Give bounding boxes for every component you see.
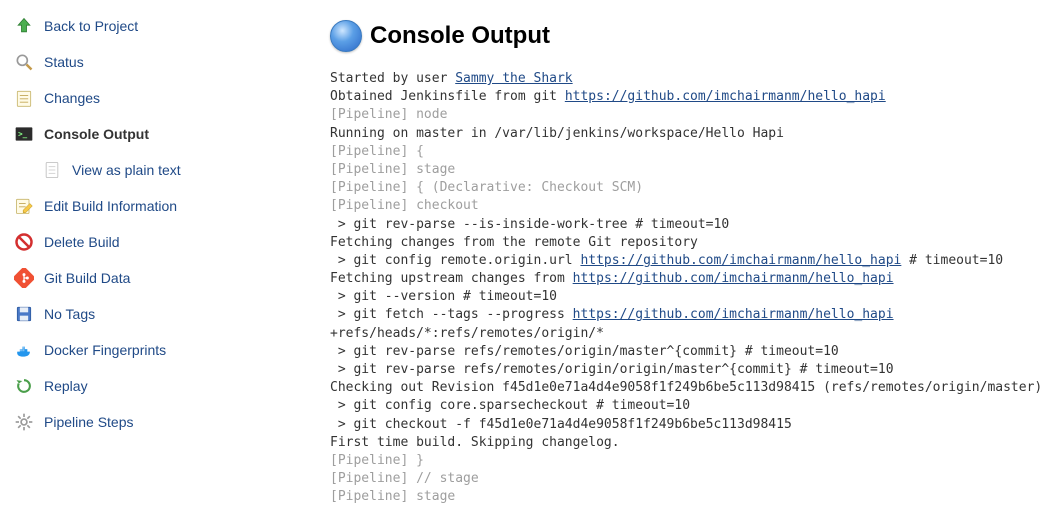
console-line: Running on master in /var/lib/jenkins/wo… <box>330 126 784 141</box>
sidebar-item-edit-build-information[interactable]: Edit Build Information <box>8 188 310 224</box>
up-arrow-icon <box>12 14 36 38</box>
console-line: > git rev-parse --is-inside-work-tree # … <box>330 217 729 232</box>
console-line: +refs/heads/*:refs/remotes/origin/* <box>330 326 604 341</box>
console-line: Checking out Revision f45d1e0e71a4d4e905… <box>330 380 1042 395</box>
console-line: [Pipeline] { <box>330 144 424 159</box>
sidebar-item-delete-build[interactable]: Delete Build <box>8 224 310 260</box>
console-line: Obtained Jenkinsfile from git https://gi… <box>330 89 886 104</box>
console-line: [Pipeline] } <box>330 453 424 468</box>
sidebar-item-label: Console Output <box>44 126 149 142</box>
sidebar-item-label: Delete Build <box>44 234 120 250</box>
sidebar-item-changes[interactable]: Changes <box>8 80 310 116</box>
sidebar-item-label: Pipeline Steps <box>44 414 134 430</box>
console-line: > git config remote.origin.url https://g… <box>330 253 1003 268</box>
page-title: Console Output <box>370 22 550 50</box>
console-line: [Pipeline] node <box>330 107 447 122</box>
sidebar-item-label: Status <box>44 54 84 70</box>
console-line: > git rev-parse refs/remotes/origin/orig… <box>330 362 894 377</box>
no-entry-icon <box>12 230 36 254</box>
sidebar-item-docker-fingerprints[interactable]: Docker Fingerprints <box>8 332 310 368</box>
terminal-icon: >_ <box>12 122 36 146</box>
sidebar-item-git-build-data[interactable]: Git Build Data <box>8 260 310 296</box>
console-line: Fetching changes from the remote Git rep… <box>330 235 698 250</box>
sidebar-item-label: Git Build Data <box>44 270 130 286</box>
sidebar-item-label: Docker Fingerprints <box>44 342 166 358</box>
console-repo-link[interactable]: https://github.com/imchairmanm/hello_hap… <box>573 271 894 286</box>
git-icon <box>12 266 36 290</box>
page-header: Console Output <box>330 20 1047 52</box>
sidebar-item-label: View as plain text <box>72 162 181 178</box>
gear-icon <box>12 410 36 434</box>
console-line: [Pipeline] // stage <box>330 471 479 486</box>
docker-icon <box>12 338 36 362</box>
sidebar-item-label: Replay <box>44 378 88 394</box>
console-line: > git checkout -f f45d1e0e71a4d4e9058f1f… <box>330 417 792 432</box>
svg-text:>_: >_ <box>18 130 28 139</box>
sidebar-item-back-to-project[interactable]: Back to Project <box>8 8 310 44</box>
console-line: Fetching upstream changes from https://g… <box>330 271 894 286</box>
console-line: [Pipeline] stage <box>330 162 455 177</box>
sidebar-item-pipeline-steps[interactable]: Pipeline Steps <box>8 404 310 440</box>
document-icon <box>40 158 64 182</box>
magnifier-icon <box>12 50 36 74</box>
sidebar: Back to Project Status Changes >_ Console Ou… <box>0 0 310 507</box>
sidebar-item-label: Back to Project <box>44 18 138 34</box>
console-repo-link[interactable]: https://github.com/imchairmanm/hello_hap… <box>573 307 894 322</box>
sidebar-item-no-tags[interactable]: No Tags <box>8 296 310 332</box>
main-content: Console Output Started by user Sammy the… <box>310 0 1057 507</box>
console-line: [Pipeline] checkout <box>330 198 479 213</box>
status-ball-icon <box>330 20 362 52</box>
console-line: > git rev-parse refs/remotes/origin/mast… <box>330 344 839 359</box>
notepad-icon <box>12 86 36 110</box>
console-line: > git config core.sparsecheckout # timeo… <box>330 398 690 413</box>
sidebar-item-label: No Tags <box>44 306 95 322</box>
sidebar-item-console-output[interactable]: >_ Console Output <box>8 116 310 152</box>
edit-notepad-icon <box>12 194 36 218</box>
console-line: Started by user Sammy the Shark <box>330 71 573 86</box>
console-line: [Pipeline] { (Declarative: Checkout SCM) <box>330 180 643 195</box>
console-line: > git --version # timeout=10 <box>330 289 557 304</box>
console-user-link[interactable]: Sammy the Shark <box>455 71 572 86</box>
console-repo-link[interactable]: https://github.com/imchairmanm/hello_hap… <box>565 89 886 104</box>
console-repo-link[interactable]: https://github.com/imchairmanm/hello_hap… <box>580 253 901 268</box>
sidebar-item-status[interactable]: Status <box>8 44 310 80</box>
sidebar-item-view-as-plain-text[interactable]: View as plain text <box>8 152 310 188</box>
save-icon <box>12 302 36 326</box>
replay-icon <box>12 374 36 398</box>
console-line: [Pipeline] stage <box>330 489 455 504</box>
console-output: Started by user Sammy the Shark Obtained… <box>330 70 1047 507</box>
sidebar-item-label: Changes <box>44 90 100 106</box>
console-line: > git fetch --tags --progress https://gi… <box>330 307 894 322</box>
sidebar-item-replay[interactable]: Replay <box>8 368 310 404</box>
sidebar-item-label: Edit Build Information <box>44 198 177 214</box>
console-line: First time build. Skipping changelog. <box>330 435 620 450</box>
